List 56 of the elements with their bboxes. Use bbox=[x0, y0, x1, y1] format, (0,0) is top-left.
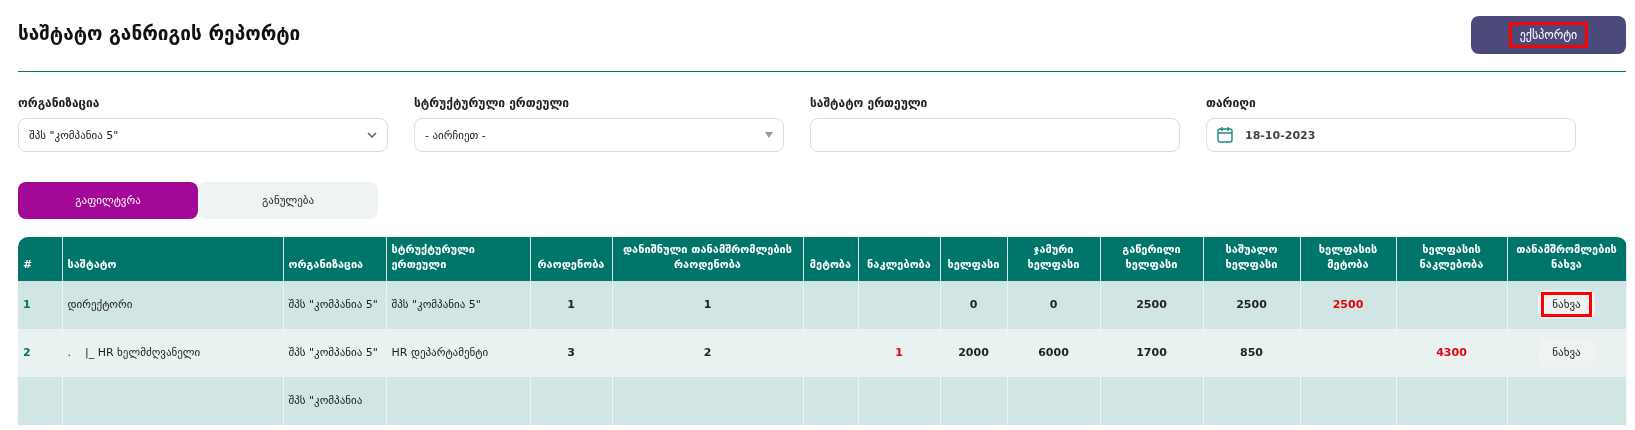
column-header: გაწერილი ხელფასი bbox=[1122, 243, 1181, 271]
table-cell: 3 bbox=[567, 346, 575, 360]
table-cell: 2500 bbox=[1332, 298, 1364, 312]
table-cell: 6000 bbox=[1038, 346, 1069, 360]
column-header: ხელფასის მეტობა bbox=[1318, 243, 1378, 271]
table-cell: 4300 bbox=[1436, 346, 1467, 360]
table-cell: 2 bbox=[703, 346, 712, 360]
field-label: თარიღი bbox=[1206, 96, 1257, 110]
filter-button[interactable]: გაფილტვრა bbox=[18, 182, 198, 219]
column-header: საშტატო bbox=[67, 257, 117, 271]
chevron-down-icon bbox=[367, 130, 377, 140]
field-label: სტრუქტურული ერთეული bbox=[414, 96, 571, 110]
page-title: საშტატო განრიგის რეპორტი bbox=[18, 22, 301, 44]
column-header: რაოდენობა bbox=[537, 257, 605, 271]
table-cell: შპს "კომპანია bbox=[288, 394, 363, 408]
column-header: საშუალო ხელფასი bbox=[1225, 243, 1278, 271]
table-cell: HR დეპარტამენტი bbox=[391, 346, 489, 360]
table-cell: შპს "კომპანია 5" bbox=[288, 346, 378, 360]
table-cell: . |_ HR ხელმძღვანელი bbox=[67, 346, 201, 360]
table-cell: 1 bbox=[567, 298, 575, 312]
table-cell: 0 bbox=[969, 298, 978, 312]
column-header: ხელფასის ნაკლებობა bbox=[1419, 243, 1484, 271]
organization-select[interactable]: შპს "კომპანია 5" bbox=[18, 118, 388, 152]
table-cell: 850 bbox=[1240, 346, 1263, 360]
column-header: ჯამური ხელფასი bbox=[1027, 243, 1080, 271]
table-cell: 1 bbox=[895, 346, 903, 360]
table-cell: 2 bbox=[23, 346, 31, 360]
export-button[interactable]: ექსპორტი bbox=[1471, 16, 1626, 54]
caret-down-icon bbox=[765, 132, 773, 138]
table-cell: შპს "კომპანია 5" bbox=[288, 298, 378, 312]
unit-select[interactable]: - აირჩიეთ - bbox=[414, 118, 784, 152]
table-cell: 2500 bbox=[1236, 298, 1267, 312]
table-cell: დირექტორი bbox=[67, 298, 133, 312]
table-cell: 2500 bbox=[1136, 298, 1167, 312]
table-cell: 1 bbox=[23, 298, 31, 312]
column-header: ხელფასი bbox=[947, 257, 1000, 271]
field-label: ორგანიზაცია bbox=[18, 96, 101, 110]
table-cell: 1 bbox=[703, 298, 712, 312]
view-button[interactable]: ნახვა bbox=[1538, 338, 1595, 368]
reset-button[interactable]: განულება bbox=[198, 182, 378, 219]
view-button[interactable]: ნახვა bbox=[1538, 290, 1595, 320]
table-cell: 1700 bbox=[1136, 346, 1167, 360]
column-header: დანიშნული თანამშრომლების რაოდენობა bbox=[622, 243, 793, 271]
field-label: საშტატო ერთეული bbox=[810, 96, 929, 110]
calendar-icon bbox=[1217, 127, 1233, 143]
input-field[interactable] bbox=[810, 118, 1180, 152]
table-cell: 2000 bbox=[958, 346, 989, 360]
column-header: სტრუქტურული ერთეული bbox=[391, 243, 475, 271]
column-header: ორგანიზაცია bbox=[288, 257, 364, 271]
column-header: თანამშრომლების ნახვა bbox=[1516, 243, 1617, 271]
column-header: # bbox=[23, 257, 33, 271]
table-cell: 0 bbox=[1049, 298, 1058, 312]
column-header: მეტობა bbox=[809, 257, 852, 271]
column-header: ნაკლებობა bbox=[867, 257, 931, 271]
table-cell: შპს "კომპანია 5" bbox=[391, 298, 481, 312]
date-field[interactable]: 18-10-2023 bbox=[1206, 118, 1576, 152]
